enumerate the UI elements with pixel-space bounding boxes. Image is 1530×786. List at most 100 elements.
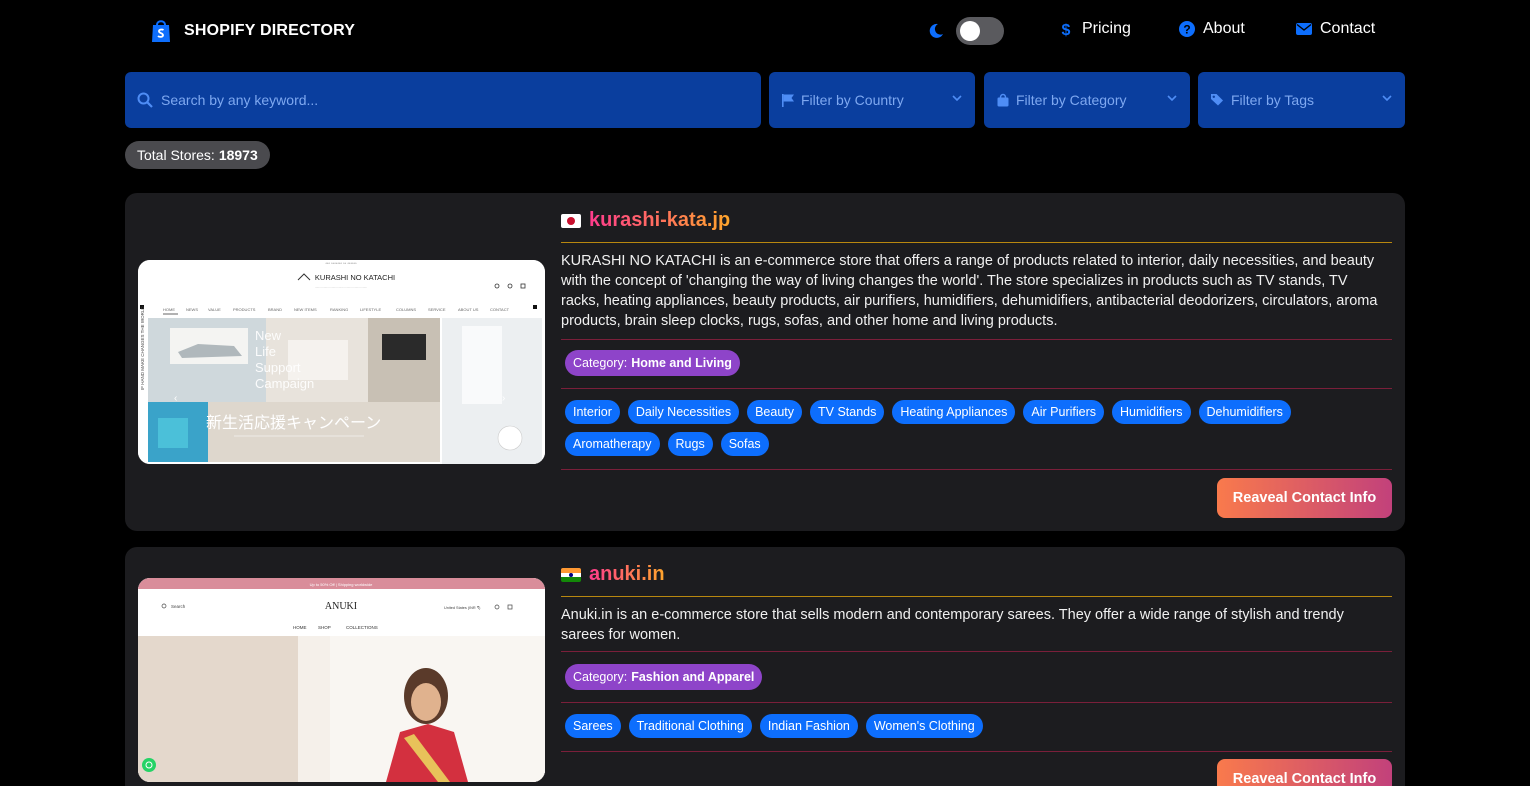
reveal-contact-button[interactable]: Reaveal Contact Info	[1217, 478, 1392, 518]
tag-list: Sarees Traditional Clothing Indian Fashi…	[565, 714, 1385, 738]
svg-text:›: ›	[502, 393, 505, 404]
store-screenshot[interactable]: Up to 50% Off | Shipping worldwide Searc…	[138, 578, 545, 782]
nav-pricing-label: Pricing	[1082, 20, 1131, 37]
filter-category-label: Filter by Category	[1016, 92, 1127, 108]
brand[interactable]: SHOPIFY DIRECTORY	[150, 18, 355, 44]
svg-text:..............................: ........................................…	[315, 285, 367, 289]
theme-switcher	[928, 17, 1004, 45]
tag-interior[interactable]: Interior	[565, 400, 620, 424]
toggle-knob	[960, 21, 980, 41]
reveal-contact-button[interactable]: Reaveal Contact Info	[1217, 759, 1392, 786]
store-screenshot-image: *** ******* ** ****** KURASHI NO KATACHI…	[138, 260, 545, 464]
filter-tags[interactable]: Filter by Tags	[1198, 72, 1405, 128]
filter-country-label: Filter by Country	[801, 92, 904, 108]
tag-tv-stands[interactable]: TV Stands	[810, 400, 885, 424]
svg-text:*** ******* ** ******: *** ******* ** ******	[325, 261, 357, 266]
category-value: Home and Living	[631, 356, 732, 370]
store-domain[interactable]: kurashi-kata.jp	[589, 209, 730, 232]
dark-mode-toggle[interactable]	[956, 17, 1004, 45]
tag-dehumidifiers[interactable]: Dehumidifiers	[1198, 400, 1291, 424]
nav-contact-label: Contact	[1320, 20, 1376, 37]
screenshot-logo: ANUKI	[325, 601, 357, 612]
nav-about-label: About	[1203, 20, 1245, 37]
total-stores-badge: Total Stores: 18973	[125, 141, 270, 169]
tag-list: Interior Daily Necessities Beauty TV Sta…	[565, 400, 1385, 456]
shopping-bag-icon	[997, 93, 1009, 107]
search-icon	[137, 92, 153, 108]
tags-icon	[1211, 94, 1223, 106]
nav-contact[interactable]: Contact	[1296, 20, 1375, 38]
store-header: kurashi-kata.jp	[561, 209, 730, 232]
category-badge[interactable]: Category: Fashion and Apparel	[565, 664, 763, 690]
svg-text:PRODUCTS: PRODUCTS	[233, 307, 256, 312]
store-domain[interactable]: anuki.in	[589, 563, 665, 586]
search-bar	[125, 72, 761, 128]
divider	[561, 702, 1392, 703]
store-card: *** ******* ** ****** KURASHI NO KATACHI…	[125, 193, 1405, 531]
question-circle-icon: ?	[1179, 21, 1195, 37]
category-badge[interactable]: Category: Home and Living	[565, 350, 740, 376]
moon-icon	[929, 23, 943, 38]
top-navbar: SHOPIFY DIRECTORY $ Pricing ? About Cont…	[0, 0, 1530, 64]
in-flag-icon	[561, 567, 581, 582]
svg-text:United States (INR ₹): United States (INR ₹)	[444, 606, 481, 610]
dollar-icon: $	[1062, 22, 1071, 37]
svg-text:COLUMNS: COLUMNS	[396, 307, 416, 312]
svg-text:Up to 50% Off | Shipping world: Up to 50% Off | Shipping worldwide	[310, 582, 374, 587]
divider	[561, 596, 1392, 597]
filter-country[interactable]: Filter by Country	[769, 72, 975, 128]
svg-text:COLLECTIONS: COLLECTIONS	[346, 625, 378, 630]
brand-name: SHOPIFY DIRECTORY	[184, 22, 356, 39]
search-input[interactable]	[161, 92, 721, 108]
filter-tags-label: Filter by Tags	[1231, 92, 1314, 108]
svg-text:Campaign: Campaign	[255, 376, 314, 391]
svg-text:LIFESTYLE: LIFESTYLE	[360, 307, 381, 312]
tag-aromatherapy[interactable]: Aromatherapy	[565, 432, 660, 456]
envelope-icon	[1296, 23, 1312, 35]
chevron-down-icon	[952, 95, 962, 102]
svg-text:HOME: HOME	[293, 625, 307, 630]
divider	[561, 751, 1392, 752]
flag-icon	[782, 94, 794, 107]
store-description: Anuki.in is an e-commerce store that sel…	[561, 607, 1344, 643]
svg-text:ABOUT US: ABOUT US	[458, 307, 479, 312]
tag-traditional-clothing[interactable]: Traditional Clothing	[628, 714, 752, 738]
svg-text:Support: Support	[255, 360, 301, 375]
svg-text:CONTACT: CONTACT	[490, 307, 510, 312]
jp-flag-icon	[561, 213, 581, 228]
tag-humidifiers[interactable]: Humidifiers	[1112, 400, 1191, 424]
divider	[561, 388, 1392, 389]
svg-text:?: ?	[1183, 23, 1190, 37]
tag-rugs[interactable]: Rugs	[667, 432, 713, 456]
category-label: Category:	[573, 670, 628, 684]
tag-indian-fashion[interactable]: Indian Fashion	[759, 714, 858, 738]
tag-sofas[interactable]: Sofas	[720, 432, 769, 456]
tag-womens-clothing[interactable]: Women's Clothing	[865, 714, 983, 738]
svg-text:New: New	[255, 328, 282, 343]
svg-text:BRAND: BRAND	[268, 307, 282, 312]
shopify-bag-icon	[152, 20, 170, 42]
divider	[561, 242, 1392, 243]
store-header: anuki.in	[561, 563, 665, 586]
category-value: Fashion and Apparel	[631, 670, 755, 684]
divider	[561, 469, 1392, 470]
tag-beauty[interactable]: Beauty	[747, 400, 802, 424]
tag-air-purifiers[interactable]: Air Purifiers	[1023, 400, 1104, 424]
tag-daily-necessities[interactable]: Daily Necessities	[627, 400, 740, 424]
svg-text:SHOP: SHOP	[318, 625, 331, 630]
store-screenshot-image: Up to 50% Off | Shipping worldwide Searc…	[138, 578, 545, 782]
svg-text:HOME: HOME	[163, 307, 175, 312]
tag-sarees[interactable]: Sarees	[565, 714, 621, 738]
svg-text:NEW ITEMS: NEW ITEMS	[294, 307, 317, 312]
filter-category[interactable]: Filter by Category	[984, 72, 1190, 128]
tag-heating-appliances[interactable]: Heating Appliances	[892, 400, 1016, 424]
svg-text:VALUE: VALUE	[208, 307, 221, 312]
divider	[561, 651, 1392, 652]
total-stores-count: 18973	[218, 147, 258, 163]
chevron-down-icon	[1382, 95, 1392, 102]
category-label: Category:	[573, 356, 628, 370]
svg-text:IF HAND MAKE CHANGES THE WORLD: IF HAND MAKE CHANGES THE WORLD	[140, 306, 145, 390]
nav-about[interactable]: ? About	[1179, 20, 1245, 38]
store-screenshot[interactable]: *** ******* ** ****** KURASHI NO KATACHI…	[138, 260, 545, 464]
nav-pricing[interactable]: $ Pricing	[1058, 20, 1131, 38]
